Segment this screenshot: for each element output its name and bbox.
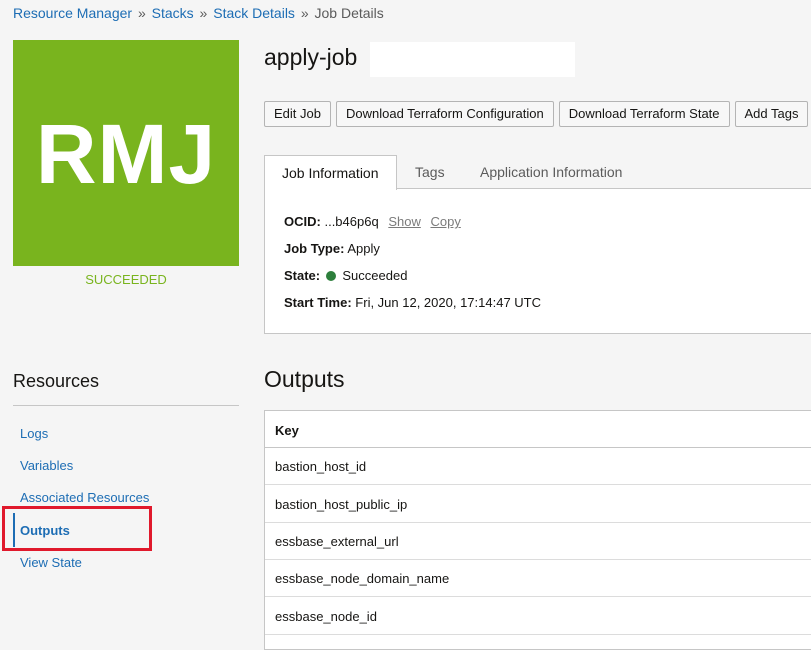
show-ocid-link[interactable]: Show — [388, 214, 421, 229]
resource-link-logs[interactable]: Logs — [20, 426, 48, 441]
breadcrumb: Resource Manager » Stacks » Stack Detail… — [13, 5, 384, 21]
copy-ocid-link[interactable]: Copy — [430, 214, 460, 229]
state-row: State: Succeeded — [284, 268, 407, 283]
job-type-value: Apply — [347, 241, 380, 256]
download-terraform-configuration-button[interactable]: Download Terraform Configuration — [335, 101, 554, 127]
column-header-key[interactable]: Key — [275, 423, 299, 438]
resource-link-view-state[interactable]: View State — [20, 555, 82, 570]
status-dot-icon — [325, 271, 336, 281]
table-row: essbase_node_id — [265, 598, 811, 635]
action-toolbar: Edit Job Download Terraform Configuration… — [264, 101, 811, 127]
start-time-value: Fri, Jun 12, 2020, 17:14:47 UTC — [355, 295, 542, 310]
job-status-label: SUCCEEDED — [85, 272, 167, 287]
resources-divider — [13, 405, 239, 406]
ocid-row: OCID: ...b46p6q Show Copy — [284, 214, 461, 229]
breadcrumb-stack-details[interactable]: Stack Details — [213, 5, 295, 21]
start-time-label: Start Time: — [284, 295, 352, 310]
edit-job-button[interactable]: Edit Job — [264, 101, 331, 127]
table-row: bastion_host_id — [265, 448, 811, 485]
tab-job-information[interactable]: Job Information — [264, 155, 397, 190]
ocid-label: OCID: — [284, 214, 321, 229]
outputs-heading: Outputs — [264, 366, 345, 392]
output-key: bastion_host_id — [275, 459, 367, 474]
tab-application-information[interactable]: Application Information — [480, 155, 622, 189]
state-label: State: — [284, 268, 321, 283]
breadcrumb-current: Job Details — [314, 5, 384, 21]
start-time-row: Start Time: Fri, Jun 12, 2020, 17:14:47 … — [284, 295, 541, 310]
job-badge: RMJ — [13, 40, 239, 266]
job-information-panel: OCID: ...b46p6q Show Copy Job Type: Appl… — [264, 189, 811, 334]
badge-text: RMJ — [35, 107, 217, 201]
table-row: bastion_host_public_ip — [265, 486, 811, 523]
resources-heading: Resources — [13, 371, 100, 391]
state-value: Succeeded — [342, 268, 408, 283]
breadcrumb-stacks[interactable]: Stacks — [152, 5, 194, 21]
output-key: essbase_external_url — [275, 534, 399, 549]
ocid-value: ...b46p6q — [324, 214, 379, 229]
job-type-label: Job Type: — [284, 241, 345, 256]
table-row: essbase_external_url — [265, 523, 811, 560]
download-terraform-state-button[interactable]: Download Terraform State — [558, 101, 730, 127]
resource-link-associated-resources[interactable]: Associated Resources — [20, 490, 149, 505]
breadcrumb-separator: » — [300, 5, 309, 21]
page-title: apply-job — [264, 44, 358, 70]
output-key: essbase_node_id — [275, 609, 377, 624]
tab-tags[interactable]: Tags — [415, 155, 445, 189]
resource-link-variables[interactable]: Variables — [20, 458, 73, 473]
breadcrumb-separator: » — [137, 5, 146, 21]
table-header: Key — [265, 411, 811, 448]
output-key: bastion_host_public_ip — [275, 497, 408, 512]
add-tags-button[interactable]: Add Tags — [734, 101, 809, 127]
table-row: essbase_node_domain_name — [265, 560, 811, 597]
highlight-annotation — [2, 506, 152, 551]
output-key: essbase_node_domain_name — [275, 571, 450, 586]
breadcrumb-resource-manager[interactable]: Resource Manager — [13, 5, 132, 21]
redacted-area — [370, 42, 575, 77]
breadcrumb-separator: » — [199, 5, 208, 21]
job-type-row: Job Type: Apply — [284, 241, 380, 256]
detail-tabs: Job Information Tags Application Informa… — [264, 155, 811, 190]
outputs-table: Key bastion_host_id bastion_host_public_… — [264, 410, 811, 650]
